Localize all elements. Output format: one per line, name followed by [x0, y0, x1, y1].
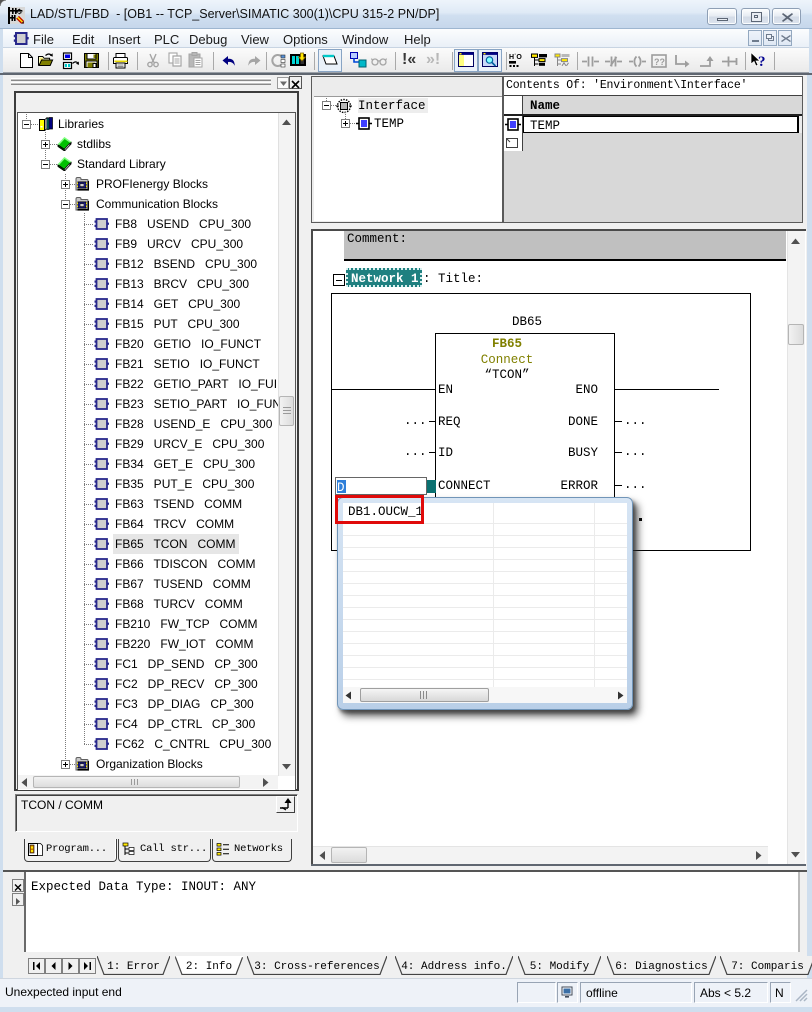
svg-text:1: Error: 1: Error	[107, 961, 160, 973]
svg-text:?: ?	[758, 54, 766, 69]
svg-text:??: ??	[654, 57, 665, 67]
svg-text:2: Info: 2: Info	[186, 961, 232, 973]
svg-text:3: Cross-references: 3: Cross-references	[254, 961, 379, 973]
svg-text:4: Address info.: 4: Address info.	[401, 961, 507, 973]
svg-text:5: Modify: 5: Modify	[530, 961, 590, 973]
svg-text:7: Comparis: 7: Comparis	[731, 961, 804, 973]
svg-text:H˙O: H˙O	[509, 53, 522, 61]
svg-text:6: Diagnostics: 6: Diagnostics	[615, 961, 707, 973]
